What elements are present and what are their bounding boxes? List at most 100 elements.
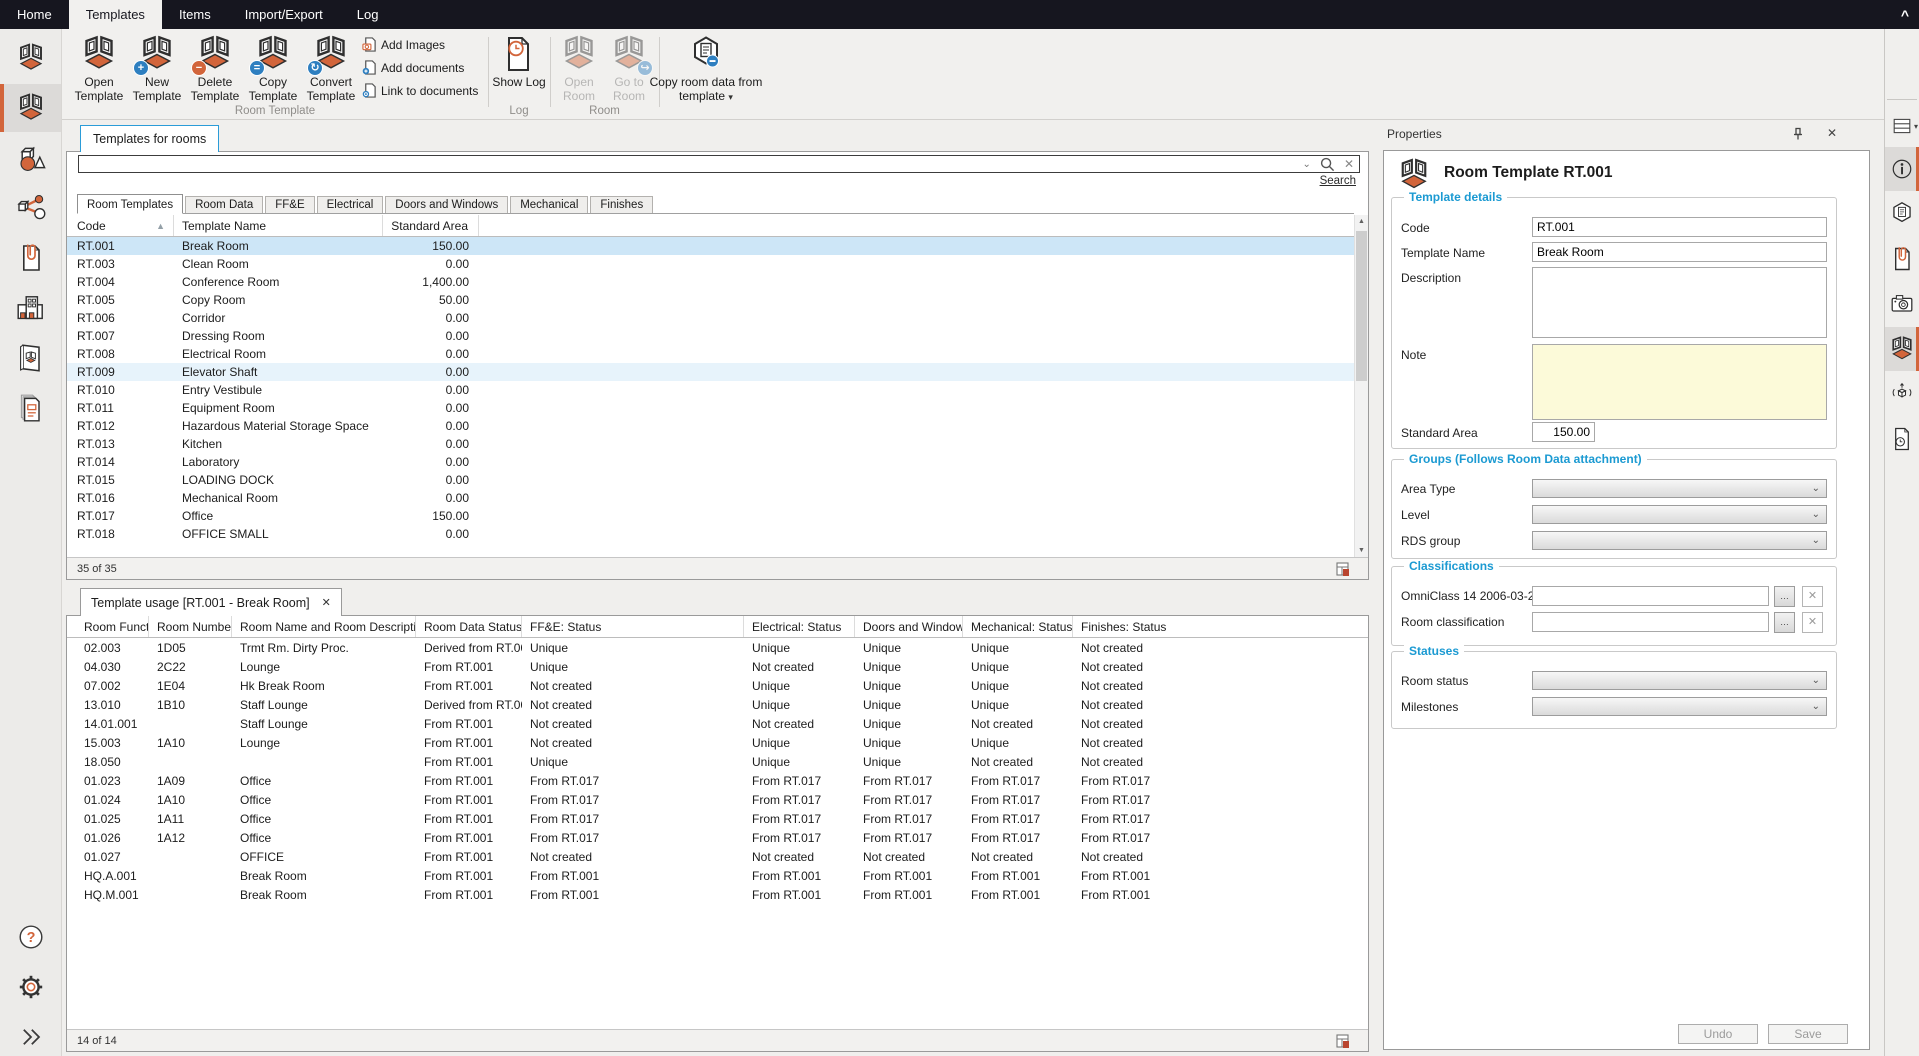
open-template-button[interactable]: Open Template	[70, 34, 128, 104]
sidebar-item-room-templates[interactable]	[0, 84, 61, 132]
column-room-number[interactable]: Room Number	[149, 616, 232, 637]
table-row[interactable]: 01.0241A10OfficeFrom RT.001From RT.017Fr…	[67, 790, 1368, 809]
sidebar-item-documents[interactable]	[0, 234, 61, 282]
sidebar-item-settings[interactable]	[0, 963, 61, 1011]
table-row[interactable]: RT.003Clean Room0.00	[67, 255, 1354, 273]
description-field[interactable]	[1532, 267, 1827, 338]
open-room-button[interactable]: Open Room	[554, 34, 604, 104]
sidebar-item-buildings[interactable]	[0, 284, 61, 332]
room-classification-field[interactable]	[1532, 612, 1769, 632]
tab-templates-for-rooms[interactable]: Templates for rooms	[80, 125, 219, 152]
column-room-data-status[interactable]: Room Data Status	[416, 616, 522, 637]
template-name-field[interactable]	[1532, 242, 1827, 262]
panel-layout-button[interactable]: ▾	[1885, 104, 1919, 148]
sidebar-expand-button[interactable]	[0, 1013, 61, 1056]
scroll-down-icon[interactable]: ▼	[1355, 547, 1368, 554]
close-icon[interactable]: ✕	[322, 596, 331, 609]
table-row[interactable]: 13.0101B10Staff LoungeDerived from RT.00…	[67, 695, 1368, 714]
table-row[interactable]: 07.0021E04Hk Break RoomFrom RT.001Not cr…	[67, 676, 1368, 695]
table-row[interactable]: RT.014Laboratory0.00	[67, 453, 1354, 471]
milestones-select[interactable]: ⌄	[1532, 697, 1827, 716]
table-row[interactable]: 01.0251A11OfficeFrom RT.001From RT.017Fr…	[67, 809, 1368, 828]
code-field[interactable]	[1532, 217, 1827, 237]
export-grid-icon[interactable]	[1336, 1033, 1350, 1049]
scroll-up-icon[interactable]: ▲	[1355, 218, 1368, 225]
search-clear-icon[interactable]: ✕	[1344, 157, 1354, 171]
table-row[interactable]: RT.010Entry Vestibule0.00	[67, 381, 1354, 399]
sidebar-item-item-links[interactable]	[0, 184, 61, 232]
menu-import-export[interactable]: Import/Export	[228, 0, 340, 29]
add-documents-button[interactable]: Add documents	[362, 59, 464, 76]
table-row[interactable]: HQ.A.001Break RoomFrom RT.001From RT.001…	[67, 866, 1368, 885]
standard-area-field[interactable]	[1532, 422, 1595, 442]
panel-images-button[interactable]	[1885, 282, 1919, 326]
table-row[interactable]: RT.006Corridor0.00	[67, 309, 1354, 327]
menu-items[interactable]: Items	[162, 0, 228, 29]
search-input[interactable]	[78, 155, 1360, 173]
omniclass-field[interactable]	[1532, 586, 1769, 606]
column-template-name[interactable]: Template Name	[174, 215, 383, 236]
search-link[interactable]: Search	[1320, 175, 1356, 187]
tab-room-data[interactable]: Room Data	[185, 196, 263, 213]
area-type-select[interactable]: ⌄	[1532, 479, 1827, 498]
table-row[interactable]: RT.018OFFICE SMALL0.00	[67, 525, 1354, 543]
collapse-ribbon-icon[interactable]: ^	[1901, 0, 1909, 29]
column-finishes-status[interactable]: Finishes: Status	[1073, 616, 1368, 637]
table-row[interactable]: RT.013Kitchen0.00	[67, 435, 1354, 453]
tab-mechanical[interactable]: Mechanical	[510, 196, 588, 213]
save-button[interactable]: Save	[1768, 1024, 1848, 1044]
table-row[interactable]: RT.015LOADING DOCK0.00	[67, 471, 1354, 489]
table-row[interactable]: RT.004Conference Room1,400.00	[67, 273, 1354, 291]
tab-template-usage[interactable]: Template usage [RT.001 - Break Room] ✕	[80, 588, 342, 616]
add-images-button[interactable]: Add Images	[362, 36, 445, 53]
room-status-select[interactable]: ⌄	[1532, 671, 1827, 690]
table-row[interactable]: RT.008Electrical Room0.00	[67, 345, 1354, 363]
sidebar-item-catalog[interactable]	[0, 334, 61, 382]
table-row[interactable]: RT.007Dressing Room0.00	[67, 327, 1354, 345]
show-log-button[interactable]: Show Log	[492, 34, 546, 90]
link-to-documents-button[interactable]: Link to documents	[362, 82, 478, 99]
tab-finishes[interactable]: Finishes	[590, 196, 653, 213]
table-row[interactable]: 04.0302C22LoungeFrom RT.001UniqueNot cre…	[67, 657, 1368, 676]
tab-ffe[interactable]: FF&E	[265, 196, 314, 213]
table-row[interactable]: 01.0231A09OfficeFrom RT.001From RT.017Fr…	[67, 771, 1368, 790]
table-row[interactable]: 14.01.001Staff LoungeFrom RT.001Not crea…	[67, 714, 1368, 733]
table-row[interactable]: HQ.M.001Break RoomFrom RT.001From RT.001…	[67, 885, 1368, 904]
column-code[interactable]: Code▲	[67, 215, 174, 236]
search-options-caret-icon[interactable]: ⌄	[1303, 159, 1311, 170]
note-field[interactable]	[1532, 344, 1827, 420]
vertical-scrollbar[interactable]: ▲ ▼	[1354, 215, 1368, 557]
panel-bim-button[interactable]	[1885, 372, 1919, 416]
sidebar-item-items[interactable]	[0, 134, 61, 182]
delete-template-button[interactable]: − Delete Template	[186, 34, 244, 104]
menu-log[interactable]: Log	[340, 0, 396, 29]
table-row[interactable]: RT.001Break Room150.00	[67, 237, 1354, 255]
copy-room-data-button[interactable]: Copy room data from template ▾	[646, 34, 766, 104]
close-icon[interactable]: ✕	[1827, 126, 1837, 140]
omniclass-clear-button[interactable]: ✕	[1802, 586, 1823, 607]
undo-button[interactable]: Undo	[1678, 1024, 1758, 1044]
rds-group-select[interactable]: ⌄	[1532, 531, 1827, 550]
column-standard-area[interactable]: Standard Area	[383, 215, 479, 236]
table-row[interactable]: RT.009Elevator Shaft0.00	[67, 363, 1354, 381]
omniclass-browse-button[interactable]: …	[1774, 586, 1795, 607]
column-ffe-status[interactable]: FF&E: Status	[522, 616, 744, 637]
convert-template-button[interactable]: ↻ Convert Template	[302, 34, 360, 104]
sidebar-item-help[interactable]	[0, 913, 61, 961]
search-icon[interactable]	[1320, 157, 1335, 172]
tab-electrical[interactable]: Electrical	[317, 196, 384, 213]
pin-icon[interactable]	[1791, 127, 1805, 141]
new-template-button[interactable]: + New Template	[128, 34, 186, 104]
sidebar-item-rooms[interactable]	[0, 34, 61, 82]
tab-room-templates[interactable]: Room Templates	[77, 194, 183, 214]
column-doors-windows-status[interactable]: Doors and Windows:...	[855, 616, 963, 637]
panel-info-button[interactable]	[1885, 147, 1919, 191]
export-grid-icon[interactable]	[1336, 561, 1350, 577]
table-row[interactable]: RT.012Hazardous Material Storage Space0.…	[67, 417, 1354, 435]
room-classification-clear-button[interactable]: ✕	[1802, 612, 1823, 633]
table-row[interactable]: 18.050From RT.001UniqueUniqueUniqueNot c…	[67, 752, 1368, 771]
menu-home[interactable]: Home	[0, 0, 69, 29]
table-row[interactable]: RT.005Copy Room50.00	[67, 291, 1354, 309]
sidebar-item-reports[interactable]	[0, 384, 61, 432]
panel-log-button[interactable]	[1885, 417, 1919, 461]
